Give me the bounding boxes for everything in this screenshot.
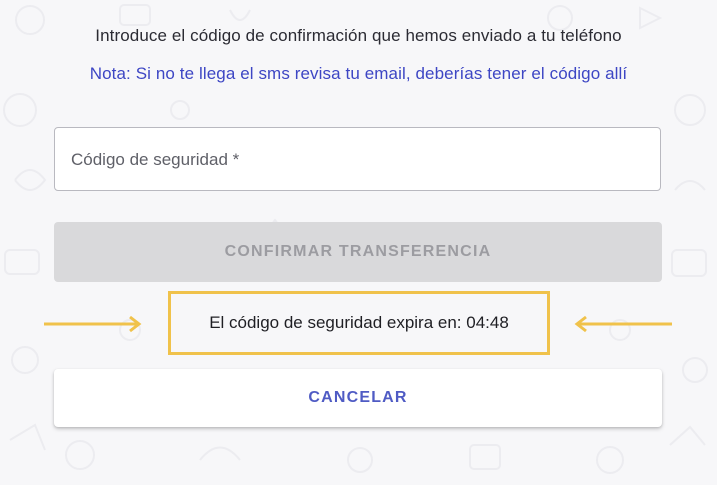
security-code-placeholder: Código de seguridad * bbox=[71, 150, 240, 169]
cancel-button[interactable]: CANCELAR bbox=[54, 369, 662, 427]
note-text: Nota: Si no te llega el sms revisa tu em… bbox=[89, 64, 628, 83]
expiry-highlight-box: El código de seguridad expira en: 04:48 bbox=[168, 291, 550, 355]
confirm-transfer-button[interactable]: CONFIRMAR TRANSFERENCIA bbox=[54, 222, 662, 282]
instruction-text: Introduce el código de confirmación que … bbox=[95, 26, 622, 45]
expiry-text: El código de seguridad expira en: 04:48 bbox=[209, 313, 509, 332]
confirm-transfer-label: CONFIRMAR TRANSFERENCIA bbox=[224, 243, 492, 260]
cancel-label: CANCELAR bbox=[308, 389, 408, 406]
arrow-right-icon bbox=[44, 315, 142, 333]
confirmation-panel: Introduce el código de confirmación que … bbox=[0, 0, 717, 485]
security-code-input[interactable]: Código de seguridad * bbox=[54, 127, 661, 191]
arrow-left-icon bbox=[574, 315, 672, 333]
